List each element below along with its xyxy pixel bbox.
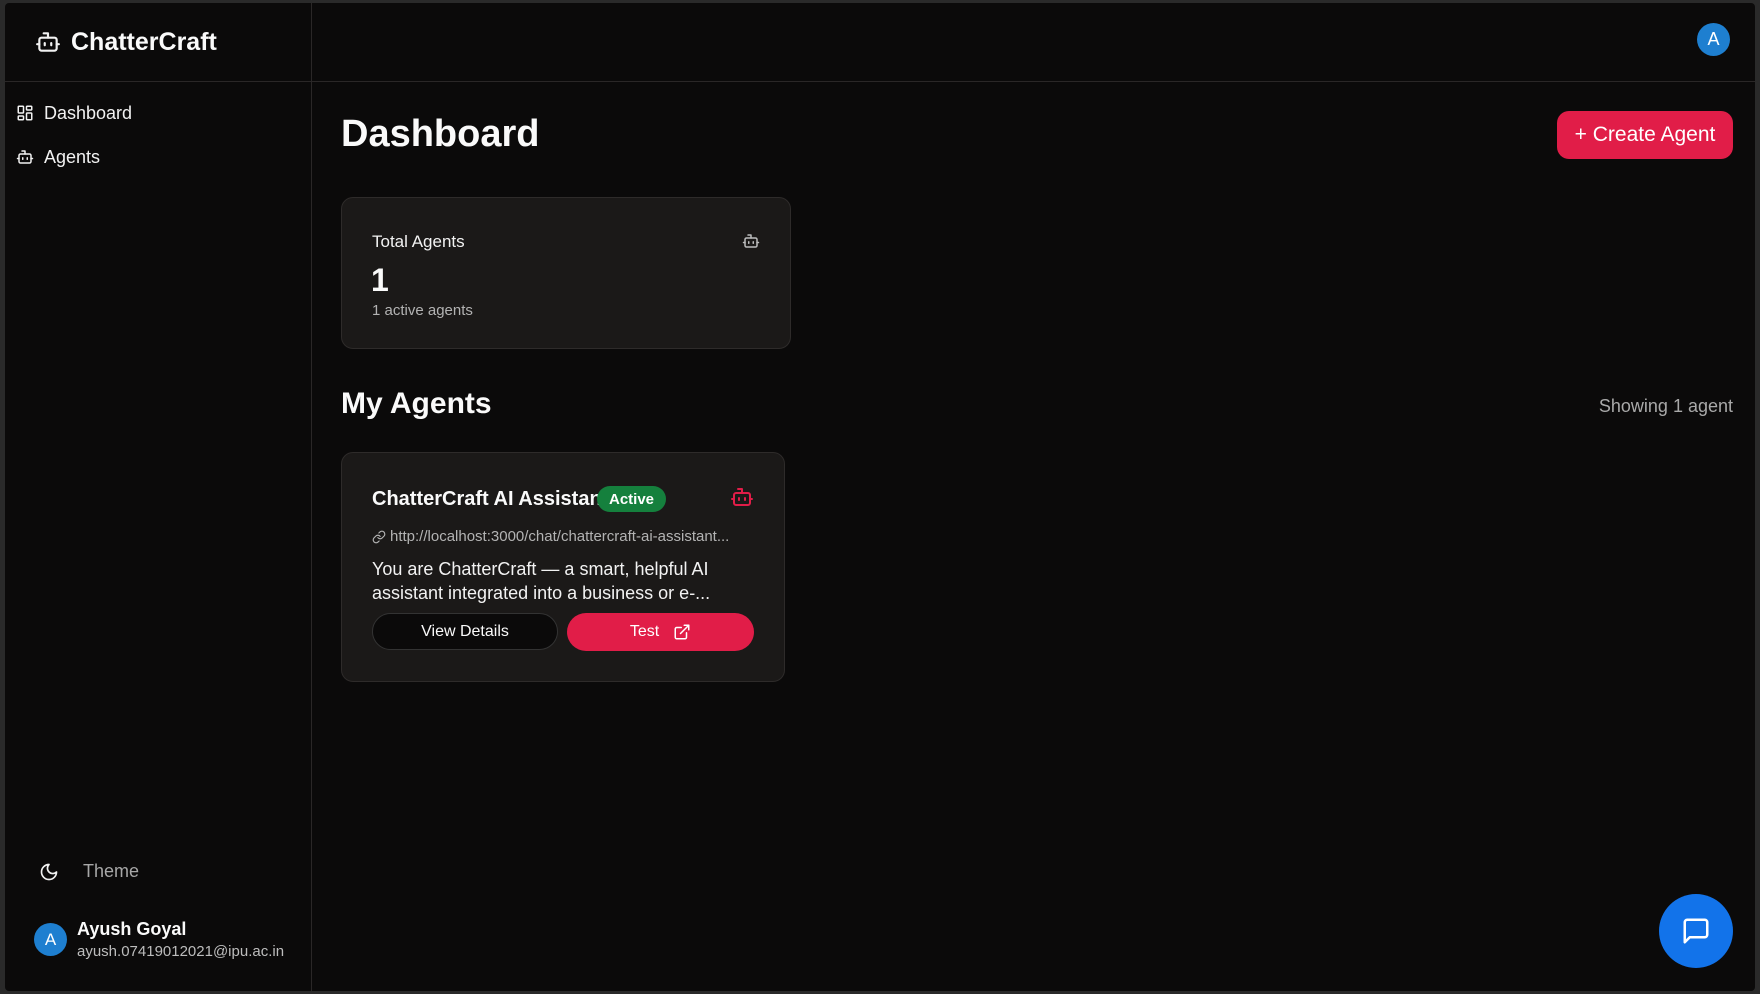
status-badge: Active bbox=[597, 486, 667, 512]
view-details-button[interactable]: View Details bbox=[372, 613, 558, 650]
stat-label: Total Agents bbox=[372, 232, 465, 251]
total-agents-card: Total Agents 1 1 active agents bbox=[341, 197, 791, 349]
moon-icon bbox=[40, 863, 58, 880]
brand[interactable]: ChatterCraft bbox=[5, 3, 311, 82]
theme-toggle[interactable]: Theme bbox=[39, 861, 139, 882]
test-button-label: Test bbox=[629, 623, 660, 640]
agent-url-text: http://localhost:3000/chat/chattercraft-… bbox=[390, 528, 730, 545]
bot-icon bbox=[16, 150, 34, 164]
layout-grid-icon bbox=[17, 105, 33, 121]
bot-logo-icon bbox=[36, 32, 60, 52]
link-icon bbox=[372, 530, 386, 543]
bot-icon bbox=[731, 488, 753, 506]
sidebar-item-agents[interactable]: Agents bbox=[5, 137, 311, 177]
agent-description: You are ChatterCraft — a smart, helpful … bbox=[372, 559, 711, 603]
top-bar: A bbox=[312, 3, 1755, 82]
agent-url[interactable]: http://localhost:3000/chat/chattercraft-… bbox=[372, 528, 762, 545]
chat-widget-button[interactable] bbox=[1659, 894, 1733, 968]
sidebar: ChatterCraft Dashboard Agents Theme A Ay… bbox=[5, 3, 312, 991]
user-name: Ayush Goyal bbox=[77, 919, 187, 939]
sidebar-item-label: Agents bbox=[44, 146, 101, 167]
stat-subtext: 1 active agents bbox=[372, 302, 473, 319]
create-agent-button[interactable]: + Create Agent bbox=[1557, 111, 1733, 159]
user-profile[interactable]: A Ayush Goyal ayush.07419012021@ipu.ac.i… bbox=[34, 919, 284, 960]
user-avatar-button[interactable]: A bbox=[1697, 23, 1730, 56]
sidebar-nav: Dashboard Agents bbox=[5, 93, 311, 181]
agent-count-text: Showing 1 agent bbox=[1598, 396, 1733, 416]
message-square-icon bbox=[1683, 918, 1709, 944]
theme-label: Theme bbox=[83, 861, 140, 881]
avatar: A bbox=[34, 923, 67, 956]
agent-card: ChatterCraft AI Assistant Active http://… bbox=[341, 452, 785, 682]
app-name: ChatterCraft bbox=[71, 27, 217, 56]
stat-value: 1 bbox=[371, 262, 389, 298]
external-link-icon bbox=[674, 624, 690, 640]
section-title: My Agents bbox=[341, 387, 492, 420]
bot-icon bbox=[742, 234, 760, 248]
user-email: ayush.07419012021@ipu.ac.in bbox=[77, 943, 285, 960]
sidebar-item-dashboard[interactable]: Dashboard bbox=[5, 93, 311, 133]
sidebar-item-label: Dashboard bbox=[44, 102, 133, 123]
page-title: Dashboard bbox=[341, 113, 540, 155]
test-button[interactable]: Test bbox=[567, 613, 754, 651]
agent-name: ChatterCraft AI Assistant bbox=[372, 488, 609, 510]
app-window: ChatterCraft Dashboard Agents Theme A Ay… bbox=[5, 3, 1755, 991]
